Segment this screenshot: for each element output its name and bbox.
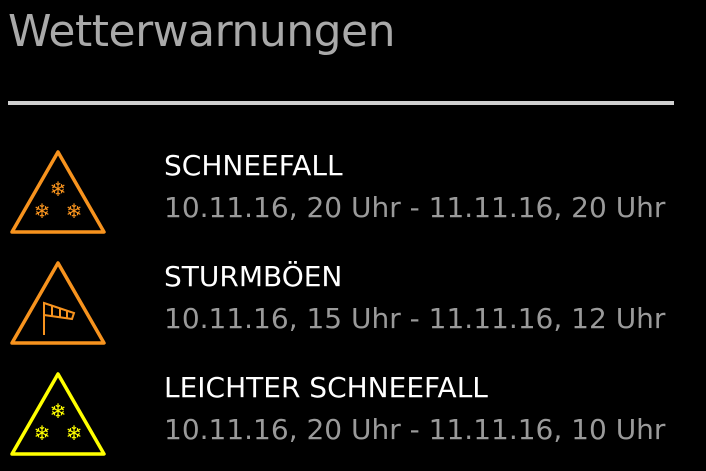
warning-item-snowfall[interactable]: ❄ ❄ ❄ SCHNEEFALL 10.11.16, 20 Uhr - 11.1…: [0, 148, 706, 248]
snowfall-warning-icon: ❄ ❄ ❄: [10, 150, 106, 234]
warning-item-light-snowfall[interactable]: ❄ ❄ ❄ LEICHTER SCHNEEFALL 10.11.16, 20 U…: [0, 370, 706, 470]
svg-text:❄: ❄: [34, 421, 51, 445]
svg-text:❄: ❄: [34, 199, 51, 223]
warning-event-label: LEICHTER SCHNEEFALL: [164, 371, 488, 404]
warning-period-label: 10.11.16, 20 Uhr - 11.11.16, 20 Uhr: [164, 191, 666, 224]
snowfall-warning-icon: ❄ ❄ ❄: [10, 372, 106, 456]
svg-text:❄: ❄: [50, 177, 67, 201]
svg-text:❄: ❄: [50, 399, 67, 423]
windsock-warning-icon: [10, 261, 106, 345]
warning-event-label: STURMBÖEN: [164, 260, 343, 293]
warning-event-label: SCHNEEFALL: [164, 149, 343, 182]
divider: [8, 101, 674, 105]
svg-text:❄: ❄: [66, 421, 83, 445]
page-title: Wetterwarnungen: [8, 6, 395, 57]
warning-period-label: 10.11.16, 20 Uhr - 11.11.16, 10 Uhr: [164, 413, 666, 446]
warning-period-label: 10.11.16, 15 Uhr - 11.11.16, 12 Uhr: [164, 302, 666, 335]
warning-item-storm[interactable]: STURMBÖEN 10.11.16, 15 Uhr - 11.11.16, 1…: [0, 259, 706, 359]
svg-text:❄: ❄: [66, 199, 83, 223]
